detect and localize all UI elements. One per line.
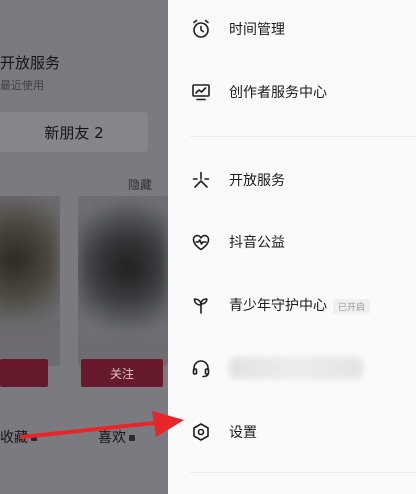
follow-button[interactable]: 关注 bbox=[81, 359, 163, 387]
menu-item-label: 抖音公益 bbox=[229, 235, 285, 251]
status-badge: 已开启 bbox=[333, 298, 371, 314]
menu-item-text: 青少年守护中心 bbox=[229, 298, 327, 314]
menu-item-youth-guard[interactable]: 青少年守护中心 已开启 bbox=[168, 285, 416, 325]
side-drawer: 时间管理 创作者服务中心 开放服务 抖音公益 青少年守护中心 已开启 设置 bbox=[168, 0, 416, 494]
menu-item-customer-service[interactable] bbox=[168, 348, 416, 388]
blurred-photo bbox=[0, 196, 60, 336]
blurred-photo bbox=[78, 196, 168, 336]
menu-item-public-welfare[interactable]: 抖音公益 bbox=[168, 222, 416, 262]
menu-item-label: 开放服务 bbox=[229, 173, 285, 189]
divider bbox=[190, 136, 416, 137]
annotation-arrow bbox=[20, 411, 184, 439]
recommend-card[interactable] bbox=[0, 196, 60, 366]
asterisk-icon bbox=[190, 169, 212, 191]
heart-pulse-icon bbox=[190, 231, 212, 253]
divider bbox=[190, 472, 416, 473]
section-title: 开放服务 bbox=[0, 54, 61, 72]
menu-item-label: 设置 bbox=[229, 425, 257, 441]
new-friends-button[interactable]: 新朋友 2 bbox=[0, 112, 148, 152]
sprout-icon bbox=[190, 294, 212, 316]
headset-icon bbox=[190, 357, 212, 379]
blurred-label bbox=[229, 357, 363, 379]
section-subtitle: 最近使用 bbox=[0, 79, 44, 92]
chart-monitor-icon bbox=[190, 81, 212, 103]
follow-button[interactable] bbox=[0, 359, 48, 387]
menu-item-label: 青少年守护中心 已开启 bbox=[229, 295, 371, 315]
hide-link[interactable]: 隐藏 bbox=[128, 176, 152, 193]
menu-item-open-services[interactable]: 开放服务 bbox=[168, 160, 416, 200]
new-friends-label: 新朋友 2 bbox=[44, 123, 104, 142]
recommend-card[interactable] bbox=[78, 196, 168, 366]
menu-item-settings[interactable]: 设置 bbox=[168, 412, 416, 452]
menu-item-creator-center[interactable]: 创作者服务中心 bbox=[168, 72, 416, 112]
menu-item-label: 创作者服务中心 bbox=[229, 85, 327, 101]
menu-item-label: 时间管理 bbox=[229, 22, 285, 38]
alarm-clock-icon bbox=[190, 18, 212, 40]
menu-item-time-management[interactable]: 时间管理 bbox=[168, 9, 416, 49]
